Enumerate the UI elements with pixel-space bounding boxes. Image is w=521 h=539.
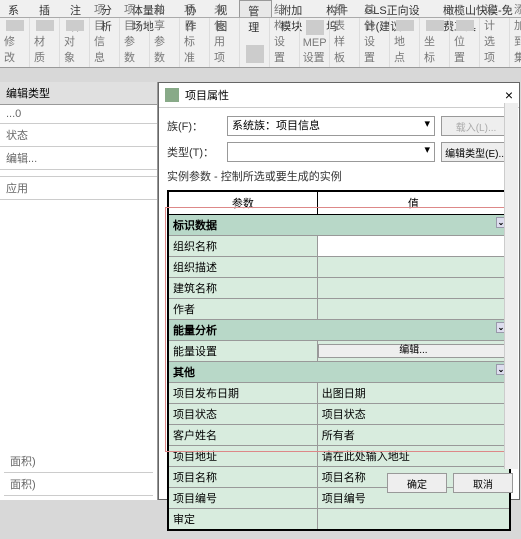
ribbon-item-13[interactable]: 地点 (390, 18, 420, 67)
param-name: 项目发布日期 (168, 383, 317, 404)
ribbon-item-16[interactable]: 设计 选项 (480, 18, 510, 67)
load-button: 载入(L)... (441, 116, 511, 136)
ribbon-item-14[interactable]: 坐标 (420, 18, 450, 67)
left-panel: 编辑类型 ...0状态编辑... 应用 面积)面积) (0, 82, 158, 500)
param-value[interactable]: 所有者 (317, 425, 510, 446)
left-item[interactable] (0, 170, 157, 177)
type-label: 类型(T)： (167, 144, 227, 160)
param-name: 项目地址 (168, 446, 317, 467)
ribbon-icon (306, 20, 324, 35)
ribbon-item-10[interactable]: MEP 设置 (300, 18, 330, 67)
cancel-button[interactable]: 取消 (453, 473, 513, 493)
tab-11[interactable]: 橄榄山快模-免费工具 (435, 0, 521, 17)
dialog-title-bar: 项目属性 × (159, 83, 519, 108)
left-item[interactable]: ...0 (0, 105, 157, 124)
ribbon-icon (396, 20, 414, 31)
param-name: 审定 (168, 509, 317, 531)
param-value[interactable]: 请在此处输入地址 (317, 446, 510, 467)
left-bottom-item: 面积) (4, 473, 153, 496)
param-name: 项目状态 (168, 404, 317, 425)
param-value[interactable]: 项目状态 (317, 404, 510, 425)
col-value: 值 (317, 191, 510, 215)
col-param: 参数 (168, 191, 317, 215)
ribbon-item-0[interactable]: 修改 (0, 18, 30, 67)
param-value[interactable] (317, 257, 510, 278)
param-name: 客户姓名 (168, 425, 317, 446)
left-item[interactable]: 编辑... (0, 147, 157, 170)
edit-type-button[interactable]: 编辑类型(E)... (441, 142, 511, 162)
left-item[interactable]: 应用 (0, 177, 157, 200)
ribbon-item-4[interactable]: 项目 参数 (120, 18, 150, 67)
ribbon-item-2[interactable]: 对象 (60, 18, 90, 67)
scrollbar[interactable] (504, 103, 518, 469)
type-select[interactable]: ▾ (227, 142, 435, 162)
instance-note: 实例参数 - 控制所选或要生成的实例 (167, 168, 511, 184)
ribbon-icon (66, 20, 84, 31)
ribbon-icon (246, 45, 264, 63)
param-value[interactable] (317, 278, 510, 299)
ribbon-item-5[interactable]: 共享 参数 (150, 18, 180, 67)
param-name: 项目编号 (168, 488, 317, 509)
param-name: 建筑名称 (168, 278, 317, 299)
ribbon-item-11[interactable]: 配电盘明细表 样板 (330, 18, 360, 67)
param-value[interactable] (317, 299, 510, 320)
ribbon-item-8[interactable] (240, 18, 270, 67)
close-icon[interactable]: × (505, 87, 513, 103)
ribbon-item-7[interactable]: 清除 未使用项 (210, 18, 240, 67)
ribbon-icon (456, 20, 474, 31)
main-tabs: 系统插入注释分析体量和场地协作视图管理附加模块构件坞GLS正向设计(建议橄榄山快… (0, 0, 521, 18)
project-properties-dialog: 项目属性 × 族(F)： 系统族：项目信息▾ 载入(L)... 类型(T)： ▾… (158, 82, 520, 500)
ribbon-item-1[interactable]: 材质 (30, 18, 60, 67)
ribbon-item-9[interactable]: 结构 设置 (270, 18, 300, 67)
group-header[interactable]: 能量分析⌄ (168, 320, 510, 341)
family-select[interactable]: 系统族：项目信息▾ (227, 116, 435, 136)
ribbon-icon (426, 20, 444, 31)
ribbon-item-6[interactable]: 传递 项目标准 (180, 18, 210, 67)
group-header[interactable]: 标识数据⌄ (168, 215, 510, 236)
left-item[interactable]: 状态 (0, 124, 157, 147)
tab-7[interactable]: 管理 (239, 0, 272, 17)
tab-0[interactable]: 系统 (0, 0, 31, 17)
ribbon: 修改材质对象项目 信息项目 参数共享 参数传递 项目标准清除 未使用项结构 设置… (0, 18, 521, 68)
group-header[interactable]: 其他⌄ (168, 362, 510, 383)
param-value[interactable]: 出图日期 (317, 383, 510, 404)
param-name: 组织名称 (168, 236, 317, 257)
ok-button[interactable]: 确定 (387, 473, 447, 493)
ribbon-item-15[interactable]: 位置 (450, 18, 480, 67)
param-value[interactable] (317, 509, 510, 531)
family-label: 族(F)： (167, 118, 227, 134)
ribbon-item-17[interactable]: 添加到集 (510, 18, 521, 67)
dialog-title: 项目属性 (185, 87, 229, 103)
param-value[interactable] (317, 236, 510, 257)
param-name: 能量设置 (168, 341, 317, 362)
dialog-icon (165, 88, 179, 102)
ribbon-icon (6, 20, 24, 31)
param-name: 项目名称 (168, 467, 317, 488)
ribbon-item-12[interactable]: 其他 设置 (360, 18, 390, 67)
ribbon-icon (36, 20, 54, 31)
param-name: 作者 (168, 299, 317, 320)
edit-button[interactable]: 编辑... (318, 344, 509, 358)
left-bottom-item: 面积) (4, 450, 153, 473)
ribbon-item-3[interactable]: 项目 信息 (90, 18, 120, 67)
tab-1[interactable]: 插入 (31, 0, 62, 17)
param-name: 组织描述 (168, 257, 317, 278)
left-header: 编辑类型 (0, 82, 157, 105)
tab-2[interactable]: 注释 (62, 0, 93, 17)
param-value[interactable]: 编辑... (317, 341, 510, 362)
